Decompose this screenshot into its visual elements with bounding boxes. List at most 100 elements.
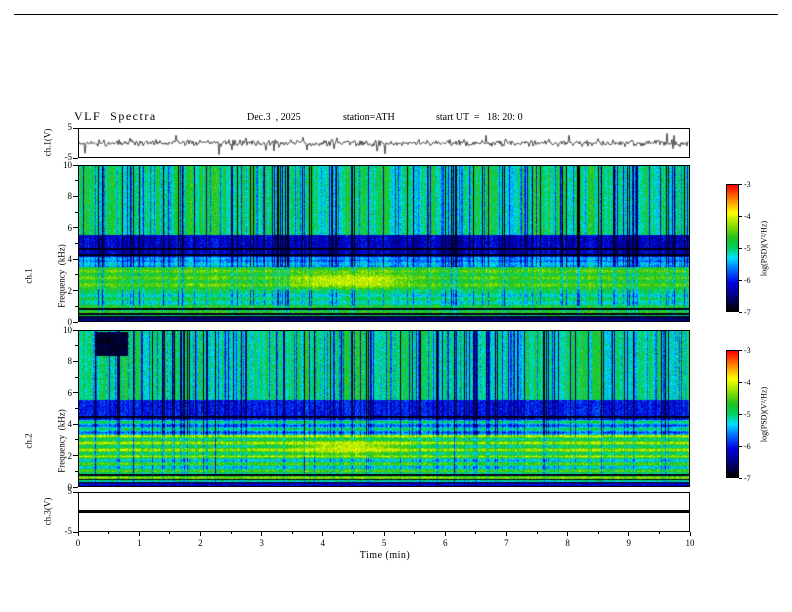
freq-major-tick (73, 227, 78, 229)
ch2-spectrogram-canvas (79, 331, 689, 486)
freq-major-tick (73, 360, 78, 362)
time-major-tick (444, 532, 446, 536)
ch1-spectrogram-panel (78, 165, 690, 322)
freq-minor-tick (75, 376, 78, 378)
time-major-tick (689, 532, 691, 536)
time-major-tick (505, 532, 507, 536)
freq-minor-tick (75, 305, 78, 307)
time-tick-label: 3 (259, 538, 264, 548)
colorbar-1-label: log(PSD)(V²/Hz) (759, 220, 769, 277)
top-rule (14, 14, 778, 15)
ch1-spec-ylabel: ch.1 Frequency (kHz) (2, 198, 90, 355)
freq-minor-tick (75, 274, 78, 276)
ch3-flatline (79, 510, 689, 513)
freq-major-tick (73, 195, 78, 197)
freq-tick-label: 4 (67, 419, 73, 430)
colorbar-tick-label: -6 (744, 276, 751, 285)
colorbar-tick-label: -6 (744, 442, 751, 451)
colorbar-tick-label: -3 (744, 346, 751, 355)
ch3-waveform-panel (78, 492, 690, 532)
freq-tick-label: 6 (67, 387, 73, 398)
freq-major-tick (73, 329, 78, 331)
freq-minor-tick (75, 439, 78, 441)
freq-major-tick (73, 486, 78, 488)
time-major-tick (322, 532, 324, 536)
time-tick-label: 9 (626, 538, 632, 548)
time-tick-label: 0 (75, 538, 81, 548)
ch2-spectrogram-panel (78, 330, 690, 487)
time-major-tick (628, 532, 630, 536)
time-minor-tick (597, 532, 599, 534)
time-tick-label: 7 (504, 538, 509, 548)
time-major-tick (77, 532, 79, 536)
voltage-tick (73, 157, 78, 159)
colorbar-2-gradient (727, 351, 738, 477)
time-tick-label: 4 (320, 538, 326, 548)
ch3-wave-ytick-bottom: -5 (64, 526, 73, 536)
colorbar-tick (739, 215, 742, 217)
colorbar-tick (739, 381, 742, 383)
ch1-waveform-panel (78, 128, 690, 158)
date-label: Dec.3 , 2025 (247, 112, 301, 123)
voltage-tick (73, 491, 78, 493)
colorbar-tick (739, 247, 742, 249)
colorbar-1 (726, 184, 739, 312)
time-tick-label: 1 (136, 538, 142, 548)
freq-minor-tick (75, 180, 78, 182)
colorbar-2-label: log(PSD)(V²/Hz) (759, 386, 769, 443)
voltage-tick (73, 127, 78, 129)
freq-minor-tick (75, 243, 78, 244)
colorbar-tick (739, 413, 742, 415)
time-tick-label: 8 (565, 538, 570, 548)
colorbar-tick-label: -3 (744, 180, 751, 189)
freq-minor-tick (75, 345, 78, 347)
freq-tick-label: 2 (67, 450, 73, 461)
freq-tick-label: 2 (67, 285, 73, 296)
time-axis-label: Time (min) (359, 550, 411, 561)
freq-major-tick (73, 258, 78, 260)
time-minor-tick (414, 532, 416, 534)
time-major-tick (138, 532, 140, 536)
ch2-spec-ylabel-line1: ch.2 (23, 433, 34, 449)
freq-major-tick (73, 164, 78, 166)
colorbar-tick (739, 279, 742, 281)
colorbar-1-gradient (727, 185, 738, 311)
time-tick-label: 6 (442, 538, 448, 548)
colorbar-tick-label: -7 (744, 308, 751, 317)
freq-tick-label: 4 (67, 254, 73, 265)
time-major-tick (567, 532, 569, 536)
colorbar-tick (739, 183, 742, 185)
freq-major-tick (73, 423, 78, 425)
time-minor-tick (352, 532, 354, 534)
ch1-spec-ylabel-line1: ch.1 (23, 268, 34, 284)
time-minor-tick (169, 532, 171, 534)
start-ut-label: start UT = 18: 20: 0 (436, 112, 523, 123)
colorbar-2 (726, 350, 739, 478)
freq-tick-label: 8 (67, 191, 73, 202)
freq-tick-label: 0 (67, 482, 73, 492)
freq-major-tick (73, 321, 78, 323)
station-label: station=ATH (343, 112, 395, 123)
colorbar-tick (739, 349, 742, 351)
colorbar-tick-label: -4 (744, 378, 751, 387)
freq-minor-tick (75, 211, 78, 213)
colorbar-tick (739, 311, 742, 313)
time-tick-label: 2 (198, 538, 203, 548)
time-minor-tick (108, 532, 110, 534)
time-tick-label: 10 (685, 538, 695, 548)
time-minor-tick (475, 532, 477, 534)
time-major-tick (383, 532, 385, 536)
ch1-waveform-canvas (79, 129, 689, 157)
time-minor-tick (230, 532, 232, 534)
freq-tick-label: 8 (67, 356, 73, 367)
colorbar-tick-label: -5 (744, 244, 751, 253)
freq-tick-label: 10 (63, 325, 72, 335)
time-major-tick (199, 532, 201, 536)
time-minor-tick (291, 532, 293, 534)
time-minor-tick (658, 532, 660, 534)
voltage-tick (73, 531, 78, 533)
time-major-tick (261, 532, 263, 536)
freq-major-tick (73, 455, 78, 457)
freq-tick-label: 10 (63, 160, 72, 170)
freq-major-tick (73, 392, 78, 394)
